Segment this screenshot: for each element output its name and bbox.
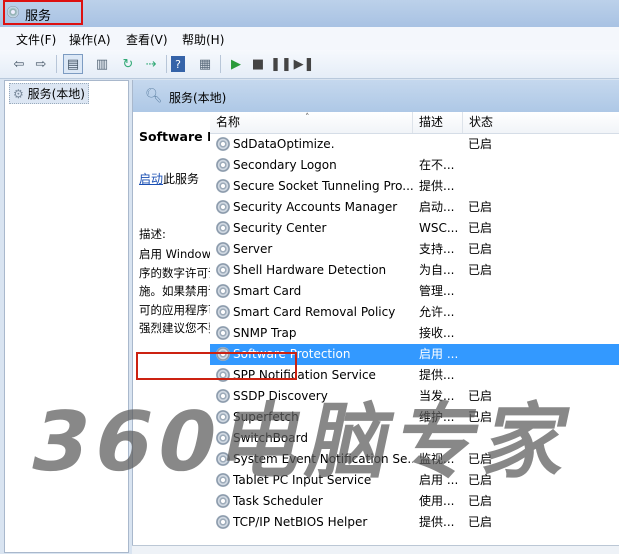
title-bar: 服务	[0, 0, 619, 27]
help-icon[interactable]: ?	[171, 56, 185, 72]
service-status: 已启	[468, 137, 493, 151]
service-name: Smart Card Removal Policy	[233, 305, 396, 319]
service-description: 提供...	[419, 515, 455, 529]
service-row[interactable]: Smart Card Removal Policy 允许...	[210, 302, 619, 323]
service-row[interactable]: Task Scheduler 使用... 已启	[210, 491, 619, 512]
service-gear-icon	[216, 284, 230, 298]
service-row[interactable]: Security Center WSC... 已启	[210, 218, 619, 239]
service-description: 启动...	[419, 200, 455, 214]
service-description: 在不...	[419, 158, 455, 172]
main-header: 🔍︎ 服务(本地)	[133, 80, 619, 112]
toolbar: ⇦ ⇨ ▤ ▥ ↻ ⇢ ? ▦ ▶ ■ ❚❚ ▶❚	[0, 50, 619, 79]
column-header-status[interactable]: 状态	[463, 112, 523, 133]
back-arrow-icon[interactable]: ⇦	[9, 54, 29, 74]
service-name: Security Accounts Manager	[233, 200, 398, 214]
forward-arrow-icon[interactable]: ⇨	[31, 54, 51, 74]
service-row[interactable]: SNMP Trap 接收...	[210, 323, 619, 344]
properties-icon[interactable]: ▥	[92, 54, 112, 74]
service-description: 允许...	[419, 305, 455, 319]
service-name: SdDataOptimize.	[233, 137, 335, 151]
service-row[interactable]: Shell Hardware Detection 为自... 已启	[210, 260, 619, 281]
service-description: 为自...	[419, 263, 455, 277]
service-status: 已启	[468, 515, 493, 529]
service-description: WSC...	[419, 221, 459, 235]
description-label: 描述:	[139, 227, 166, 241]
service-name: Smart Card	[233, 284, 302, 298]
show-console-tree-icon[interactable]: ▤	[63, 54, 83, 74]
start-service-line: 启动此服务	[139, 170, 199, 187]
sort-ascending-icon: ˄	[305, 113, 310, 123]
menu-action[interactable]: 操作(A)	[69, 31, 111, 48]
service-name: TCP/IP NetBIOS Helper	[233, 515, 368, 529]
service-name: Security Center	[233, 221, 327, 235]
service-name: Server	[233, 242, 273, 256]
service-row[interactable]: Security Accounts Manager 启动... 已启	[210, 197, 619, 218]
service-gear-icon	[216, 242, 230, 256]
service-gear-icon	[216, 179, 230, 193]
service-gear-icon	[216, 158, 230, 172]
service-row[interactable]: SdDataOptimize. 已启	[210, 134, 619, 155]
service-gear-icon	[216, 137, 230, 151]
service-gear-icon	[216, 263, 230, 277]
service-row[interactable]: Smart Card 管理...	[210, 281, 619, 302]
service-gear-icon	[216, 494, 230, 508]
service-status: 已启	[468, 263, 493, 277]
service-description: 提供...	[419, 179, 455, 193]
tree-item-label: 服务(本地)	[27, 87, 85, 101]
service-name: Secure Socket Tunneling Pro...	[233, 179, 413, 193]
service-row[interactable]: Secure Socket Tunneling Pro... 提供...	[210, 176, 619, 197]
service-gear-icon	[216, 515, 230, 529]
restart-service-icon[interactable]: ▶❚	[294, 54, 315, 74]
export-list-icon[interactable]: ⇢	[141, 54, 161, 74]
column-header-description[interactable]: 描述	[413, 112, 463, 133]
service-name: Shell Hardware Detection	[233, 263, 387, 277]
search-icon: 🔍︎	[145, 88, 163, 104]
service-gear-icon	[216, 305, 230, 319]
service-status: 已启	[468, 242, 493, 256]
pause-service-icon[interactable]: ❚❚	[270, 54, 292, 74]
title-highlight-box	[3, 0, 83, 25]
service-name: Task Scheduler	[233, 494, 323, 508]
service-status: 已启	[468, 200, 493, 214]
service-description: 支持...	[419, 242, 455, 256]
service-status: 已启	[468, 494, 493, 508]
action-pane-icon[interactable]: ▦	[195, 54, 215, 74]
service-gear-icon	[216, 221, 230, 235]
service-row[interactable]: Server 支持... 已启	[210, 239, 619, 260]
refresh-icon[interactable]: ↻	[118, 54, 138, 74]
menu-bar: 文件(F) 操作(A) 查看(V) 帮助(H)	[0, 27, 619, 51]
menu-file[interactable]: 文件(F)	[16, 31, 56, 48]
service-description: 接收...	[419, 326, 455, 340]
service-name: Secondary Logon	[233, 158, 337, 172]
service-status: 已启	[468, 221, 493, 235]
service-description: 启用 ...	[419, 347, 459, 361]
column-header-name[interactable]: 名称 ˄	[210, 112, 413, 133]
list-header: 名称 ˄ 描述 状态	[210, 112, 619, 134]
gear-icon: ⚙	[13, 87, 24, 101]
main-header-title: 服务(本地)	[169, 91, 227, 105]
service-description: 使用...	[419, 494, 455, 508]
start-service-icon[interactable]: ▶	[226, 54, 246, 74]
service-name: SNMP Trap	[233, 326, 297, 340]
menu-help[interactable]: 帮助(H)	[182, 31, 224, 48]
stop-service-icon[interactable]: ■	[248, 54, 268, 74]
service-description: 管理...	[419, 284, 455, 298]
service-row[interactable]: Secondary Logon 在不...	[210, 155, 619, 176]
service-gear-icon	[216, 326, 230, 340]
start-suffix: 此服务	[163, 172, 200, 186]
start-service-link[interactable]: 启动	[139, 172, 163, 186]
watermark-text: 360电脑专家	[22, 395, 584, 490]
service-row[interactable]: TCP/IP NetBIOS Helper 提供... 已启	[210, 512, 619, 533]
service-gear-icon	[216, 200, 230, 214]
menu-view[interactable]: 查看(V)	[126, 31, 168, 48]
tree-item-services-local[interactable]: ⚙ 服务(本地)	[9, 83, 89, 104]
